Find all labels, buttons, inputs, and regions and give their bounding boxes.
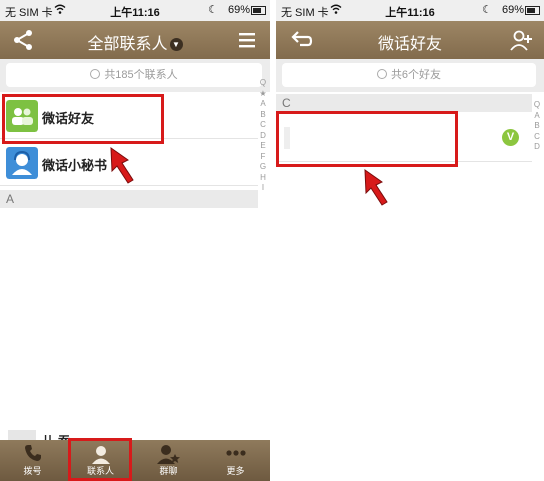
tab-bar: 拨号 联系人 群聊 更多 [0, 440, 270, 481]
search-placeholder: 共6个好友 [390, 69, 442, 81]
index-letter[interactable]: A [258, 99, 268, 110]
index-letter[interactable]: F [258, 152, 268, 163]
secretary-avatar-icon [6, 147, 38, 179]
section-header-c: C [276, 94, 532, 112]
index-letter[interactable]: Q [532, 100, 542, 111]
add-friend-icon[interactable] [508, 27, 534, 53]
index-letter[interactable]: A [532, 111, 542, 122]
tab-more[interactable]: 更多 [203, 440, 268, 481]
nav-bar: 微话好友 [276, 21, 544, 59]
battery-percent: 69% [227, 4, 250, 16]
list-item-label: 微话小秘书 [42, 158, 108, 173]
alphabet-index[interactable]: Q ★ A B C D E F G H I [258, 78, 268, 194]
highlight-box-friend [276, 111, 458, 167]
search-input[interactable]: 共6个好友 [282, 63, 536, 87]
index-letter[interactable]: H [258, 173, 268, 184]
tab-label: 更多 [226, 466, 245, 476]
section-header-a: A [0, 190, 258, 208]
tab-label: 群聊 [159, 466, 178, 476]
more-dots-icon [225, 450, 246, 456]
index-letter[interactable]: C [532, 132, 542, 143]
index-letter[interactable]: B [532, 121, 542, 132]
alphabet-index[interactable]: Q A B C D [532, 100, 542, 153]
pointer-arrow-icon [364, 169, 388, 206]
tab-dial[interactable]: 拨号 [0, 440, 65, 481]
index-letter[interactable]: E [258, 141, 268, 152]
index-letter[interactable]: ★ [258, 89, 268, 100]
index-letter[interactable]: D [258, 131, 268, 142]
battery-icon [251, 6, 266, 15]
index-letter[interactable]: B [258, 110, 268, 121]
verified-badge: V [502, 129, 519, 146]
tab-label: 拨号 [23, 466, 42, 476]
status-bar: 无 SIM 卡 上午11:16 ☾ 69% [276, 0, 544, 21]
contacts-filter-dropdown[interactable]: 全部联系人 ▼ [0, 30, 270, 54]
search-input[interactable]: 共185个联系人 [6, 63, 262, 87]
status-bar: 无 SIM 卡 上午11:16 ☾ 69% [0, 0, 270, 21]
index-letter[interactable]: D [532, 142, 542, 153]
search-icon [376, 69, 387, 79]
group-chat-icon [156, 445, 180, 464]
contacts-screen: 无 SIM 卡 上午11:16 ☾ 69% 全部联系人 ▼ 共185个联系人 Q… [0, 0, 270, 481]
pointer-arrow-icon [110, 147, 134, 184]
moon-icon: ☾ [208, 4, 218, 16]
nav-bar: 全部联系人 ▼ [0, 21, 270, 59]
tab-group-chat[interactable]: 群聊 [136, 440, 201, 481]
friends-screen: 无 SIM 卡 上午11:16 ☾ 69% 微话好友 共6个好友 C Q A B… [276, 0, 544, 481]
battery-icon [525, 6, 540, 15]
phone-icon [24, 445, 41, 461]
index-letter[interactable]: G [258, 162, 268, 173]
search-icon [90, 69, 101, 79]
highlight-box-contacts-tab [68, 438, 132, 481]
search-bar: 共185个联系人 [0, 59, 270, 92]
highlight-box-friends [2, 94, 164, 144]
moon-icon: ☾ [482, 4, 492, 16]
search-placeholder: 共185个联系人 [104, 69, 178, 81]
battery-percent: 69% [501, 4, 524, 16]
menu-icon[interactable] [234, 27, 260, 53]
index-letter[interactable]: I [258, 183, 268, 194]
search-bar: 共6个好友 [276, 59, 544, 92]
index-letter[interactable]: Q [258, 78, 268, 89]
page-title: 全部联系人 [87, 36, 168, 53]
index-letter[interactable]: C [258, 120, 268, 131]
page-title: 微话好友 [377, 36, 442, 53]
chevron-down-icon: ▼ [169, 38, 183, 52]
